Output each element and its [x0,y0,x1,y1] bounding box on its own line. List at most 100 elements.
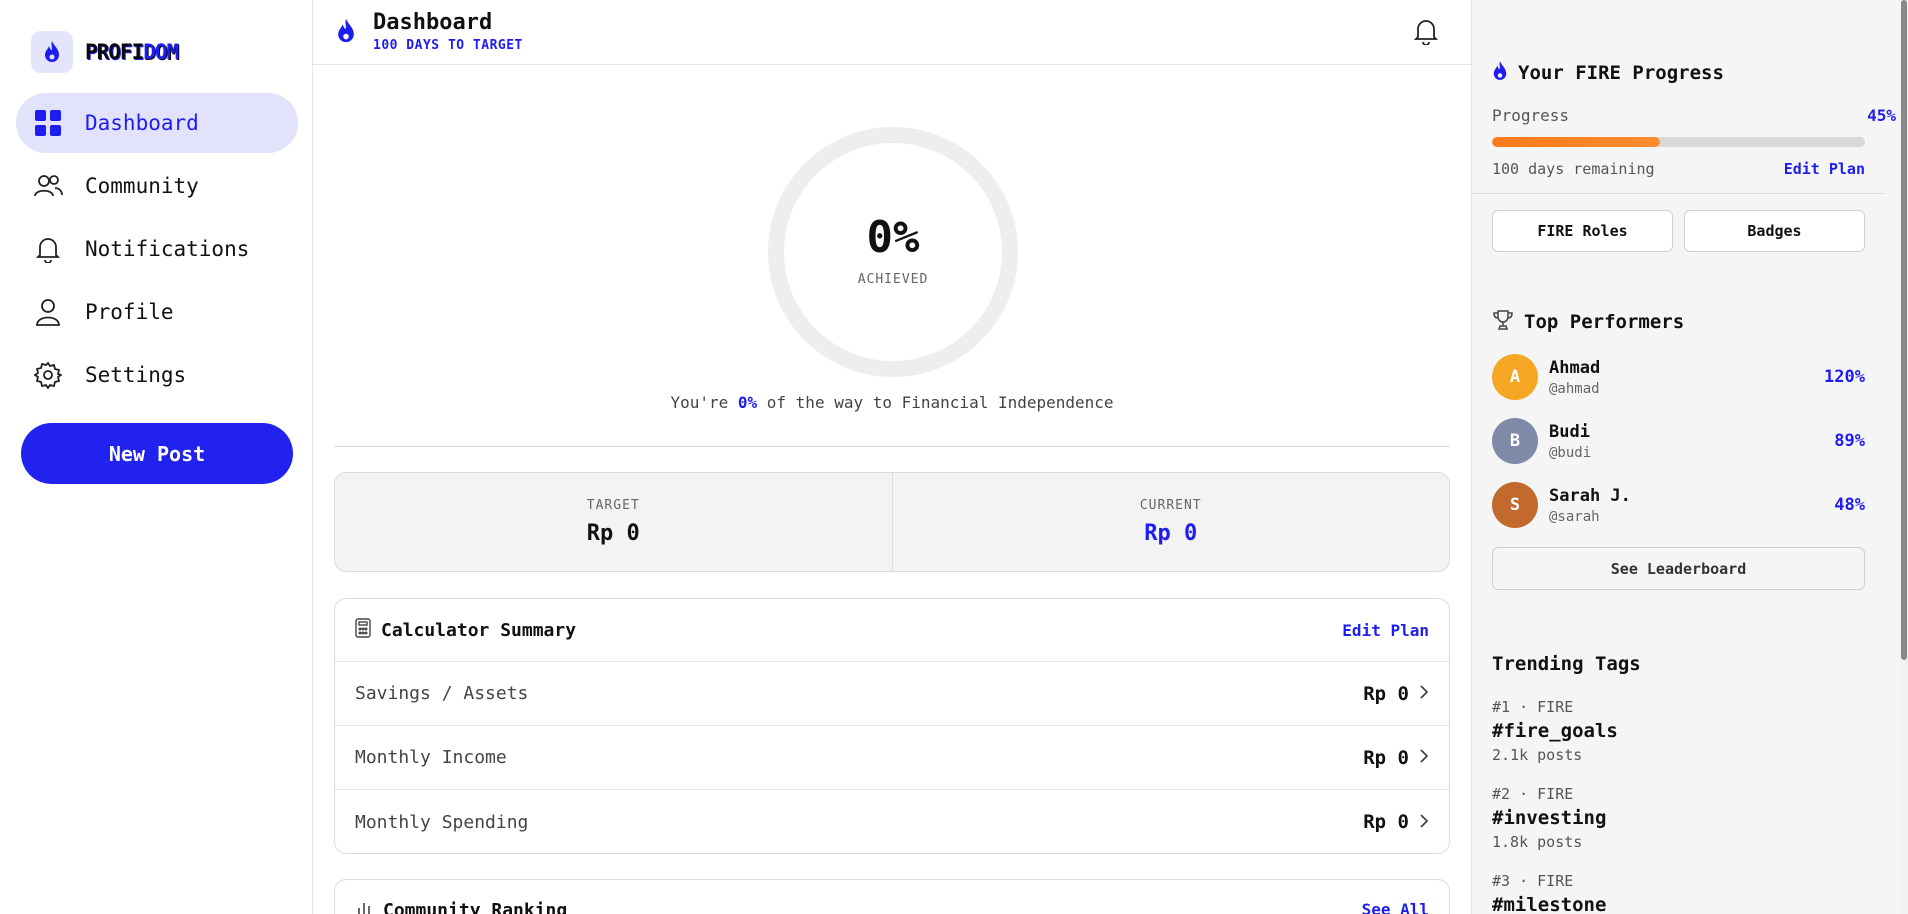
sidebar-nav: Dashboard Community Notifications Profil… [16,93,298,408]
row-label: Savings / Assets [355,683,529,704]
bell-icon [1413,17,1439,49]
list-item[interactable]: #2 · FIRE #investing 1.8k posts [1492,785,1872,851]
list-item[interactable]: B Budi @budi 89% [1492,416,1865,466]
fi-text-pct: 0% [737,393,758,412]
sidebar-item-label: Community [85,174,199,198]
new-post-button[interactable]: New Post [21,423,293,484]
main-content: Dashboard 100 DAYS TO TARGET 0% ACHIEVED… [313,0,1471,914]
gear-icon [33,360,63,390]
notifications-button[interactable] [1411,18,1441,48]
sidebar-item-settings[interactable]: Settings [16,345,298,405]
divider [1472,193,1885,194]
page-title: Dashboard [373,10,493,35]
tag-meta: #3 · FIRE [1492,872,1574,890]
row-label: Monthly Income [355,747,507,768]
divider [334,446,1450,447]
avatar: S [1492,482,1538,528]
list-item-monthly-spending[interactable]: Monthly Spending Rp 0 [335,790,1449,854]
flame-icon [31,31,73,73]
community-ranking-title: Community Ranking [383,899,568,914]
days-remaining: 100 days remaining [1492,160,1655,178]
bell-icon [33,234,63,264]
fire-roles-button[interactable]: FIRE Roles [1492,210,1673,252]
edit-plan-link[interactable]: Edit Plan [1342,621,1429,640]
trending-tags-title: Trending Tags [1492,653,1641,675]
tag-meta: #1 · FIRE [1492,698,1574,716]
target-label: TARGET [586,498,640,513]
scrollbar-thumb[interactable] [1901,0,1907,660]
edit-plan-link[interactable]: Edit Plan [1752,160,1865,178]
scrollbar[interactable] [1900,0,1908,914]
users-icon [33,171,63,201]
performer-handle: @budi [1549,444,1592,461]
calculator-icon [355,618,371,642]
fire-progress-header: Your FIRE Progress [1492,60,1724,86]
tag-posts: 2.1k posts [1492,746,1583,764]
calculator-summary-card: Calculator Summary Edit Plan Savings / A… [334,598,1450,854]
list-item[interactable]: #3 · FIRE #milestone [1492,872,1872,914]
trophy-icon [1492,309,1514,335]
left-sidebar: PROFIDOM Dashboard Community Notificatio… [0,0,313,914]
brand-name: PROFIDOM [85,40,179,64]
list-item-monthly-income[interactable]: Monthly Income Rp 0 [335,726,1449,790]
performer-info: Ahmad @ahmad [1549,358,1824,397]
tag-name: #milestone [1492,894,1607,914]
tag-name: #investing [1492,807,1607,829]
avatar: A [1492,354,1538,400]
avatar: B [1492,418,1538,464]
list-item[interactable]: S Sarah J. @sarah 48% [1492,480,1865,530]
target-value: Rp 0 [586,521,640,546]
grid-icon [33,108,63,138]
fi-text-suffix: of the way to Financial Independence [757,393,1114,412]
sidebar-item-dashboard[interactable]: Dashboard [16,93,298,153]
performer-handle: @sarah [1549,508,1600,525]
performer-name: Ahmad [1549,357,1601,378]
badges-button[interactable]: Badges [1684,210,1865,252]
sidebar-item-notifications[interactable]: Notifications [16,219,298,279]
sidebar-item-label: Dashboard [85,111,199,135]
brand-name-part2: DOM [143,40,179,64]
current-value: Rp 0 [1144,521,1198,546]
list-item[interactable]: #1 · FIRE #fire_goals 2.1k posts [1492,698,1872,764]
performer-name: Sarah J. [1549,485,1631,506]
performer-score: 89% [1834,431,1865,451]
flame-icon [1492,60,1508,86]
progress-ring-value: 0% [866,212,920,263]
sidebar-item-community[interactable]: Community [16,156,298,216]
progress-label: Progress [1492,106,1570,125]
performer-score: 120% [1824,367,1865,387]
user-icon [33,297,63,327]
fire-progress-title: Your FIRE Progress [1518,62,1724,84]
see-all-link[interactable]: See All [1362,900,1429,914]
chevron-right-icon [1419,748,1429,767]
community-ranking-card: Community Ranking See All [334,879,1450,914]
target-current-stats: TARGET Rp 0 CURRENT Rp 0 [334,472,1450,572]
app-root: PROFIDOM Dashboard Community Notificatio… [0,0,1908,914]
performer-name: Budi [1549,421,1590,442]
list-item-savings-assets[interactable]: Savings / Assets Rp 0 [335,662,1449,726]
bar-chart-icon [355,899,373,914]
tag-name: #fire_goals [1492,720,1618,742]
row-value: Rp 0 [1363,811,1409,833]
page-subtitle: 100 DAYS TO TARGET [373,38,523,53]
list-item[interactable]: A Ahmad @ahmad 120% [1492,352,1865,402]
chevron-right-icon [1419,684,1429,703]
progress-ring-label: ACHIEVED [857,272,929,287]
calculator-summary-title: Calculator Summary [381,619,577,641]
sidebar-item-label: Settings [85,363,187,387]
sidebar-item-label: Notifications [85,237,250,261]
main-header: Dashboard 100 DAYS TO TARGET [313,0,1471,65]
see-leaderboard-button[interactable]: See Leaderboard [1492,547,1865,590]
target-stat: TARGET Rp 0 [335,473,892,571]
fi-text-prefix: You're [670,393,738,412]
logo[interactable]: PROFIDOM [31,31,179,73]
row-value: Rp 0 [1363,746,1409,769]
tag-posts: 1.8k posts [1492,833,1583,851]
right-panel: Your FIRE Progress Progress 45% 100 days… [1471,0,1908,914]
performer-info: Sarah J. @sarah [1549,486,1834,525]
community-ranking-header: Community Ranking See All [335,880,1449,914]
sidebar-item-profile[interactable]: Profile [16,282,298,342]
row-value: Rp 0 [1363,682,1409,705]
progress-bar [1492,137,1865,147]
flame-icon [336,17,356,49]
